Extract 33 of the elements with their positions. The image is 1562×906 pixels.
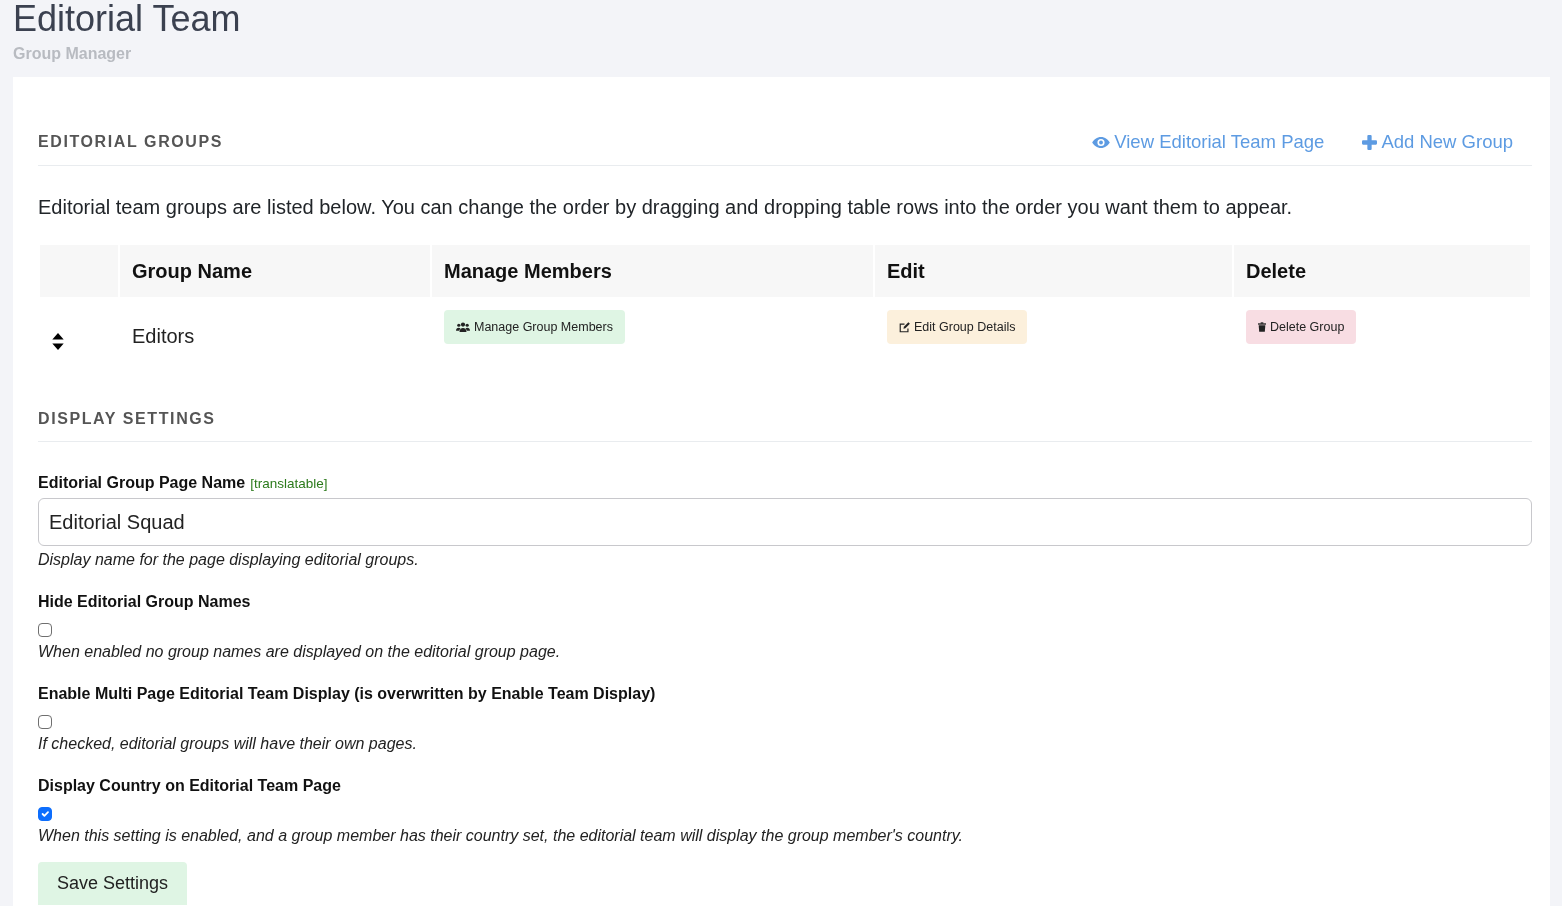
page-title: Editorial Team xyxy=(13,0,242,37)
field-label: Display Country on Editorial Team Page xyxy=(38,776,341,796)
save-button[interactable]: Save Settings xyxy=(38,862,188,905)
field-label: Enable Multi Page Editorial Team Display (is overwritten by Enable Team Display) xyxy=(38,684,656,704)
help-text: When enabled no group names are displayed on the editorial group page. xyxy=(38,642,562,662)
field-label: Editorial Group Page Name xyxy=(38,473,246,493)
help-text: Display name for the page displaying editorial groups. xyxy=(38,550,420,570)
delete-group-button[interactable]: Delete Group xyxy=(1246,310,1357,344)
column-header: Group Name xyxy=(120,245,430,297)
text-input[interactable]: Editorial Squad xyxy=(38,498,1532,546)
edit-group-button[interactable]: Edit Group Details xyxy=(887,310,1028,344)
column-header: Edit xyxy=(875,245,1232,297)
sort-icon xyxy=(52,333,64,351)
manage-members-button[interactable]: Manage Group Members xyxy=(444,310,625,344)
section-heading: EDITORIAL GROUPS xyxy=(38,132,224,152)
help-text: When this setting is enabled, and a group member has their country set, the editorial team will display the group member's country. xyxy=(38,826,964,846)
checkbox[interactable] xyxy=(38,715,52,729)
group-name: Editors xyxy=(131,324,196,349)
field-label: Hide Editorial Group Names xyxy=(38,592,251,612)
checkbox[interactable] xyxy=(38,623,52,637)
column-header: Delete xyxy=(1234,245,1530,297)
column-header: Manage Members xyxy=(432,245,873,297)
checkbox[interactable] xyxy=(38,807,52,821)
eye-icon xyxy=(1092,136,1111,148)
trash-icon xyxy=(1258,322,1266,332)
page-subtitle: Group Manager xyxy=(13,44,133,64)
description-text: Editorial team groups are listed below. You can change the order by dragging and dropping table rows into the order you want them to appear. xyxy=(38,195,1294,220)
help-text: If checked, editorial groups will have their own pages. xyxy=(38,734,418,754)
translatable-note: [translatable] xyxy=(250,475,328,493)
users-icon xyxy=(456,322,470,332)
plus-icon xyxy=(1362,134,1378,150)
section-heading: DISPLAY SETTINGS xyxy=(38,409,216,429)
edit-icon xyxy=(899,321,910,333)
